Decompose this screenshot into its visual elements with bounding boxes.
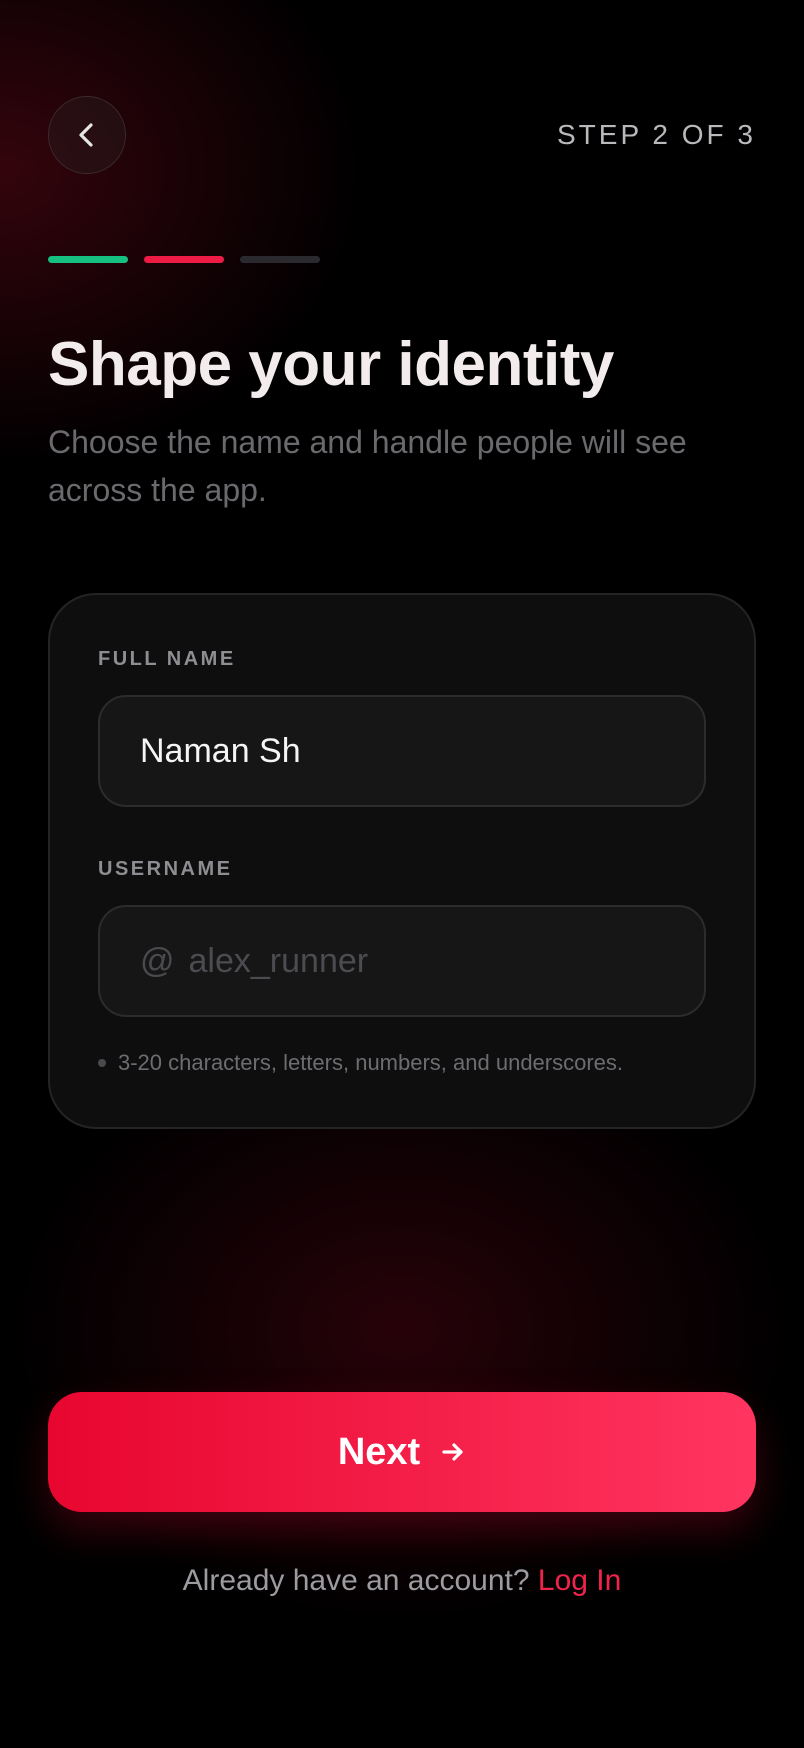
- progress-step-3: [240, 256, 320, 263]
- page-title: Shape your identity: [48, 330, 614, 399]
- username-label: USERNAME: [98, 858, 233, 880]
- next-button-label: Next: [337, 1431, 421, 1473]
- username-placeholder: alex_runner: [188, 942, 369, 980]
- page-subtitle: Choose the name and handle people will s…: [48, 424, 687, 508]
- progress-bar: [48, 256, 320, 263]
- progress-step-2: [144, 256, 224, 263]
- arrow-right-icon: [440, 1439, 466, 1465]
- step-indicator: STEP 2 OF 3: [557, 119, 756, 150]
- login-prompt: Already have an account? Log In: [0, 1562, 804, 1600]
- username-hint-text: 3-20 characters, letters, numbers, and u…: [118, 1050, 624, 1075]
- login-link[interactable]: Log In: [538, 1564, 621, 1597]
- login-prompt-text: Already have an account?: [182, 1564, 530, 1597]
- progress-step-1: [48, 256, 128, 263]
- full-name-label: FULL NAME: [98, 648, 236, 670]
- at-sign-prefix: @: [140, 942, 175, 980]
- chevron-left-icon: [79, 123, 93, 147]
- full-name-field[interactable]: Naman Sh: [98, 695, 706, 807]
- username-field[interactable]: @ alex_runner: [98, 905, 706, 1017]
- full-name-value: Naman Sh: [140, 732, 301, 770]
- username-hint: 3-20 characters, letters, numbers, and u…: [98, 1049, 623, 1077]
- back-button[interactable]: [48, 96, 126, 174]
- identity-form-card: FULL NAME Naman Sh USERNAME @ alex_runne…: [48, 593, 756, 1129]
- signup-screen: STEP 2 OF 3 Shape your identity Choose t…: [0, 0, 804, 1748]
- next-button[interactable]: Next: [48, 1392, 756, 1512]
- bullet-icon: [98, 1059, 106, 1067]
